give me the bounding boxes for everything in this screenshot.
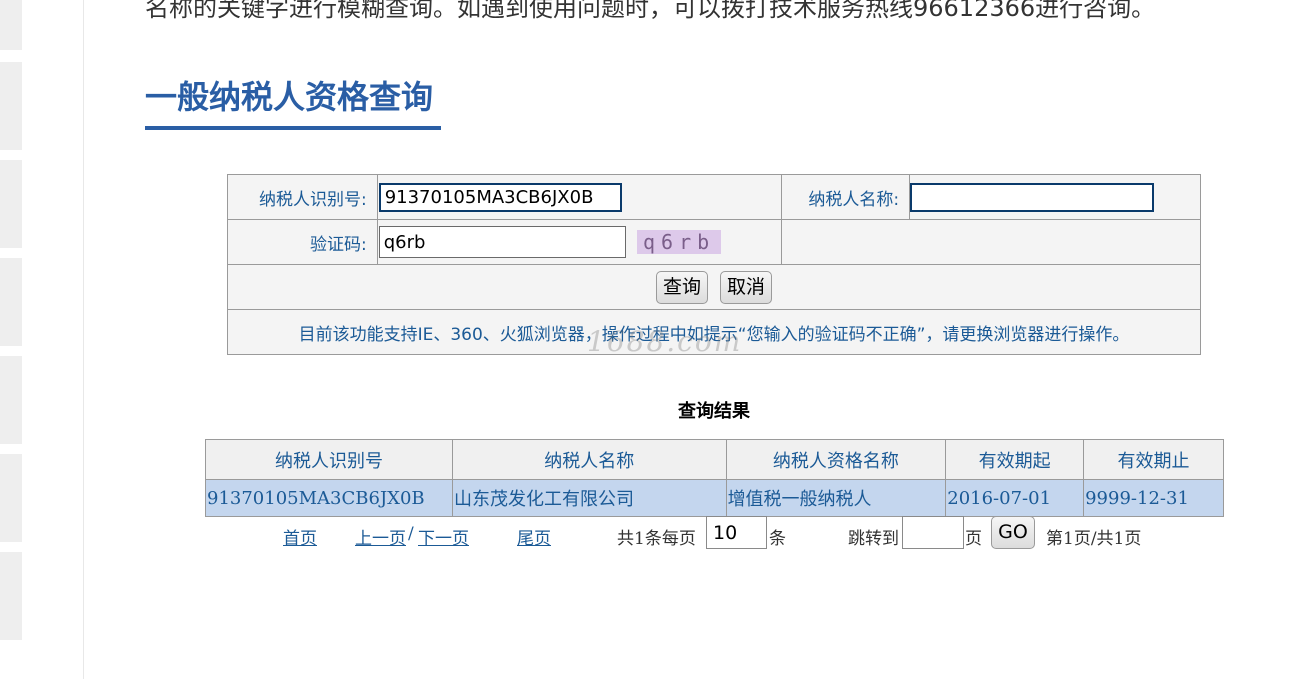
cancel-button[interactable]: 取消 — [720, 270, 773, 304]
next-page-link[interactable]: 下一页 — [418, 524, 469, 549]
pager-separator: / — [408, 524, 414, 544]
taxpayer-name-cell — [909, 174, 1201, 220]
page-status: 第1页/共1页 — [1046, 529, 1142, 549]
taxpayer-id-input[interactable] — [378, 182, 622, 212]
empty-cell — [781, 219, 1201, 265]
intro-text: 名称的关键字进行模糊查询。如遇到使用问题时，可以拨打技术服务热线96612366… — [145, 0, 1156, 22]
last-page-link[interactable]: 尾页 — [517, 524, 551, 549]
jump-label: 跳转到 — [848, 529, 899, 549]
jump-page-unit: 页 — [965, 529, 982, 549]
gutter-tab[interactable] — [0, 160, 22, 248]
results-header-row: 纳税人识别号 纳税人名称 纳税人资格名称 有效期起 有效期止 — [205, 439, 1224, 480]
results-title: 查询结果 — [678, 401, 750, 422]
column-header: 纳税人资格名称 — [725, 439, 947, 480]
captcha-label: 验证码: — [227, 219, 378, 265]
query-button[interactable]: 查询 — [655, 270, 708, 304]
taxpayer-name-input[interactable] — [910, 182, 1155, 212]
column-header: 有效期起 — [945, 439, 1085, 480]
page-size-unit: 条 — [769, 529, 786, 549]
page-title: 一般纳税人资格查询 — [145, 78, 434, 116]
total-count-text: 共1条每页 — [617, 529, 696, 549]
title-underline — [145, 126, 441, 130]
gutter-tab[interactable] — [0, 552, 22, 640]
gutter-tab[interactable] — [0, 62, 22, 150]
cell-valid-from: 2016-07-01 — [945, 479, 1085, 517]
cell-qualification: 增值税一般纳税人 — [725, 479, 947, 517]
captcha-image[interactable]: q6rb — [637, 230, 722, 254]
table-row[interactable]: 91370105MA3CB6JX0B 山东茂发化工有限公司 增值税一般纳税人 2… — [205, 479, 1224, 517]
taxpayer-name-label: 纳税人名称: — [781, 174, 911, 220]
prev-page-link[interactable]: 上一页 — [355, 524, 406, 549]
taxpayer-id-cell — [376, 174, 783, 220]
go-button[interactable]: GO — [991, 516, 1035, 549]
gutter-tab[interactable] — [0, 258, 22, 346]
jump-page-input[interactable] — [902, 516, 964, 549]
button-row: 查询 取消 — [227, 264, 1201, 310]
pagination: 首页 上一页 / 下一页 尾页 共1条每页 条 跳转到 页 GO 第1页/共1页 — [0, 516, 1310, 552]
page-size-input[interactable] — [706, 516, 767, 549]
column-header: 纳税人名称 — [451, 439, 727, 480]
cell-valid-to: 9999-12-31 — [1083, 479, 1224, 517]
captcha-cell: q6rb — [376, 219, 783, 265]
gutter-tab[interactable] — [0, 0, 22, 50]
column-header: 有效期止 — [1083, 439, 1224, 480]
results-table: 纳税人识别号 纳税人名称 纳税人资格名称 有效期起 有效期止 91370105M… — [205, 439, 1224, 517]
cell-taxpayer-id: 91370105MA3CB6JX0B — [205, 479, 453, 517]
column-header: 纳税人识别号 — [205, 439, 453, 480]
taxpayer-id-label: 纳税人识别号: — [227, 174, 378, 220]
watermark: 1688.com — [587, 325, 743, 358]
captcha-input[interactable] — [378, 226, 626, 258]
cell-taxpayer-name: 山东茂发化工有限公司 — [451, 479, 727, 517]
first-page-link[interactable]: 首页 — [283, 524, 317, 549]
left-gutter — [0, 0, 84, 679]
